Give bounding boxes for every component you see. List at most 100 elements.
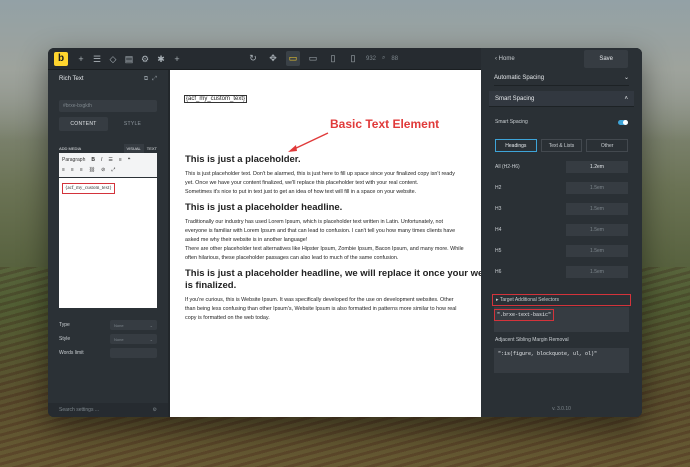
- fullscreen-icon[interactable]: ⤢: [111, 167, 115, 173]
- align-left-icon[interactable]: ≡: [62, 167, 65, 173]
- align-center-icon[interactable]: ≡: [71, 167, 74, 173]
- content-heading: is finalized.: [185, 280, 237, 291]
- chevron-down-icon: ⌄: [149, 337, 153, 342]
- text-tab[interactable]: TEXT: [147, 146, 157, 151]
- search-input[interactable]: Search settings ...: [59, 407, 99, 413]
- tab-other[interactable]: Other: [586, 139, 629, 152]
- content-paragraph: Sometimes it's nice to put in text just …: [185, 189, 417, 195]
- spacing-row-label: H5: [495, 248, 502, 254]
- smart-spacing-toggle[interactable]: [618, 119, 628, 125]
- adjacent-sibling-input[interactable]: ":is(figure, blockquote, ul, ol)": [494, 348, 629, 373]
- add-element-icon[interactable]: +: [76, 54, 86, 64]
- unlink-icon[interactable]: ⊘: [101, 167, 105, 173]
- acf-placeholder[interactable]: {acf_my_custom_text}: [184, 95, 248, 103]
- tablet-landscape-icon[interactable]: ▭: [306, 51, 320, 66]
- shield-icon[interactable]: ◇: [108, 54, 118, 64]
- settings-search[interactable]: Search settings ... ⚙: [48, 403, 168, 417]
- link-icon[interactable]: ⛓: [89, 167, 95, 173]
- mobile-icon[interactable]: ▯: [346, 51, 360, 66]
- move-icon[interactable]: ✥: [266, 51, 280, 66]
- spacing-row: H2 1.5em: [495, 182, 628, 194]
- format-select[interactable]: Paragraph: [62, 157, 85, 163]
- spacing-row-input[interactable]: 1.5em: [566, 182, 628, 194]
- spacing-row-label: H3: [495, 206, 502, 212]
- editor-content: {acf_my_custom_text}: [62, 183, 115, 194]
- chevron-down-icon: ⌄: [623, 75, 629, 81]
- type-field: Type None ⌄: [59, 318, 157, 332]
- expand-icon[interactable]: ⤢: [152, 76, 157, 83]
- desktop-icon[interactable]: ▭: [286, 51, 300, 66]
- plus-icon[interactable]: +: [172, 54, 182, 64]
- spacing-row-label: H2: [495, 185, 502, 191]
- element-id-field[interactable]: #brxe-bxgkth: [59, 100, 157, 112]
- device-switcher: ↻ ✥ ▭ ▭ ▯ ▯ 932 ⌕ 88: [246, 51, 398, 66]
- target-selectors-toggle[interactable]: ▸ Target Additional Selectors: [492, 294, 631, 306]
- spacing-row: All (H2-H6) 1.2em: [495, 161, 628, 173]
- chevron-down-icon: ⌄: [149, 323, 153, 328]
- rich-text-editor[interactable]: {acf_my_custom_text}: [59, 178, 157, 308]
- bold-icon[interactable]: B: [91, 157, 95, 163]
- quote-icon[interactable]: ❝: [128, 157, 131, 163]
- spacing-tabs: Headings Text & Lists Other: [495, 139, 629, 152]
- spacing-row: H5 1.5em: [495, 245, 628, 257]
- panel-title: Rich Text: [59, 76, 84, 82]
- spacing-row: H3 1.5em: [495, 203, 628, 215]
- zoom-readout[interactable]: 88: [391, 56, 398, 62]
- section-smart-spacing[interactable]: Smart Spacing ˄: [489, 91, 634, 107]
- tab-headings[interactable]: Headings: [495, 139, 537, 152]
- settings-icon[interactable]: ✱: [156, 54, 166, 64]
- content-style-tabs: CONTENT STYLE: [59, 117, 157, 131]
- words-limit-label: Words limit: [59, 350, 84, 356]
- home-link[interactable]: ‹ Home: [495, 56, 515, 62]
- settings-panel: ‹ Home Save Automatic Spacing ⌄ Smart Sp…: [481, 48, 642, 417]
- text-content: This is just a placeholder. This is just …: [185, 154, 481, 328]
- content-paragraph: This is just placeholder text. Don't be …: [185, 171, 455, 177]
- version-label: v. 3.0.10: [552, 406, 571, 412]
- content-paragraph: copy is formatted on the web today.: [185, 315, 270, 321]
- copy-icon[interactable]: ⧉: [144, 76, 148, 83]
- content-paragraph: asked me why their website is in another…: [185, 237, 308, 243]
- spacing-row-input[interactable]: 1.2em: [566, 161, 628, 173]
- tab-content[interactable]: CONTENT: [59, 117, 108, 131]
- content-paragraph: often hilarious, these placeholder passa…: [185, 255, 399, 261]
- add-media-button[interactable]: ADD MEDIA: [59, 146, 81, 151]
- spacing-row-input[interactable]: 1.5em: [566, 266, 628, 278]
- spacing-row-input[interactable]: 1.5em: [566, 203, 628, 215]
- spacing-row-label: H6: [495, 269, 502, 275]
- content-heading: This is just a placeholder.: [185, 154, 301, 165]
- italic-icon[interactable]: I: [101, 157, 102, 163]
- style-label: Style: [59, 336, 71, 342]
- save-button[interactable]: Save: [584, 50, 628, 68]
- target-selectors-value: ".brxe-text-basic": [494, 309, 555, 321]
- visual-tab[interactable]: VISUAL: [123, 143, 144, 153]
- section-automatic-spacing[interactable]: Automatic Spacing ⌄: [494, 70, 629, 86]
- chevron-up-icon: ˄: [624, 95, 628, 102]
- panel-header: Rich Text ⧉ ⤢: [48, 70, 168, 88]
- refresh-icon[interactable]: ↻: [246, 51, 260, 66]
- toolbar-left-icons: + ☰ ◇ ▤ ⚙ ✱ +: [76, 54, 182, 64]
- type-label: Type: [59, 322, 70, 328]
- canvas-preview[interactable]: {acf_my_custom_text} Basic Text Element …: [170, 70, 481, 417]
- spacing-row-input[interactable]: 1.5em: [566, 224, 628, 236]
- tab-text-lists[interactable]: Text & Lists: [540, 139, 583, 152]
- align-right-icon[interactable]: ≡: [80, 167, 83, 173]
- width-readout[interactable]: 932: [366, 56, 376, 62]
- spacing-row-input[interactable]: 1.5em: [566, 245, 628, 257]
- bullet-list-icon[interactable]: ☰: [108, 157, 112, 163]
- style-select[interactable]: None ⌄: [110, 334, 157, 344]
- tablet-icon[interactable]: ▯: [326, 51, 340, 66]
- gear-icon[interactable]: ⚙: [140, 54, 150, 64]
- content-paragraph: yet. Once we have your content finalized…: [185, 180, 419, 186]
- content-paragraph: than being less confusing than other Ips…: [185, 306, 457, 312]
- numbered-list-icon[interactable]: ≡: [119, 157, 122, 163]
- template-icon[interactable]: ▤: [124, 54, 134, 64]
- search-settings-icon[interactable]: ⚙: [153, 407, 157, 413]
- tab-style[interactable]: STYLE: [108, 117, 157, 131]
- content-paragraph: everyone is familiar with Lorem Ipsum an…: [185, 228, 456, 234]
- app-logo[interactable]: b: [54, 51, 68, 66]
- words-limit-input[interactable]: [110, 348, 157, 358]
- target-selectors-input[interactable]: ".brxe-text-basic": [494, 307, 629, 332]
- layers-icon[interactable]: ☰: [92, 54, 102, 64]
- zoom-icon[interactable]: ⌕: [382, 55, 385, 62]
- type-select[interactable]: None ⌄: [110, 320, 157, 330]
